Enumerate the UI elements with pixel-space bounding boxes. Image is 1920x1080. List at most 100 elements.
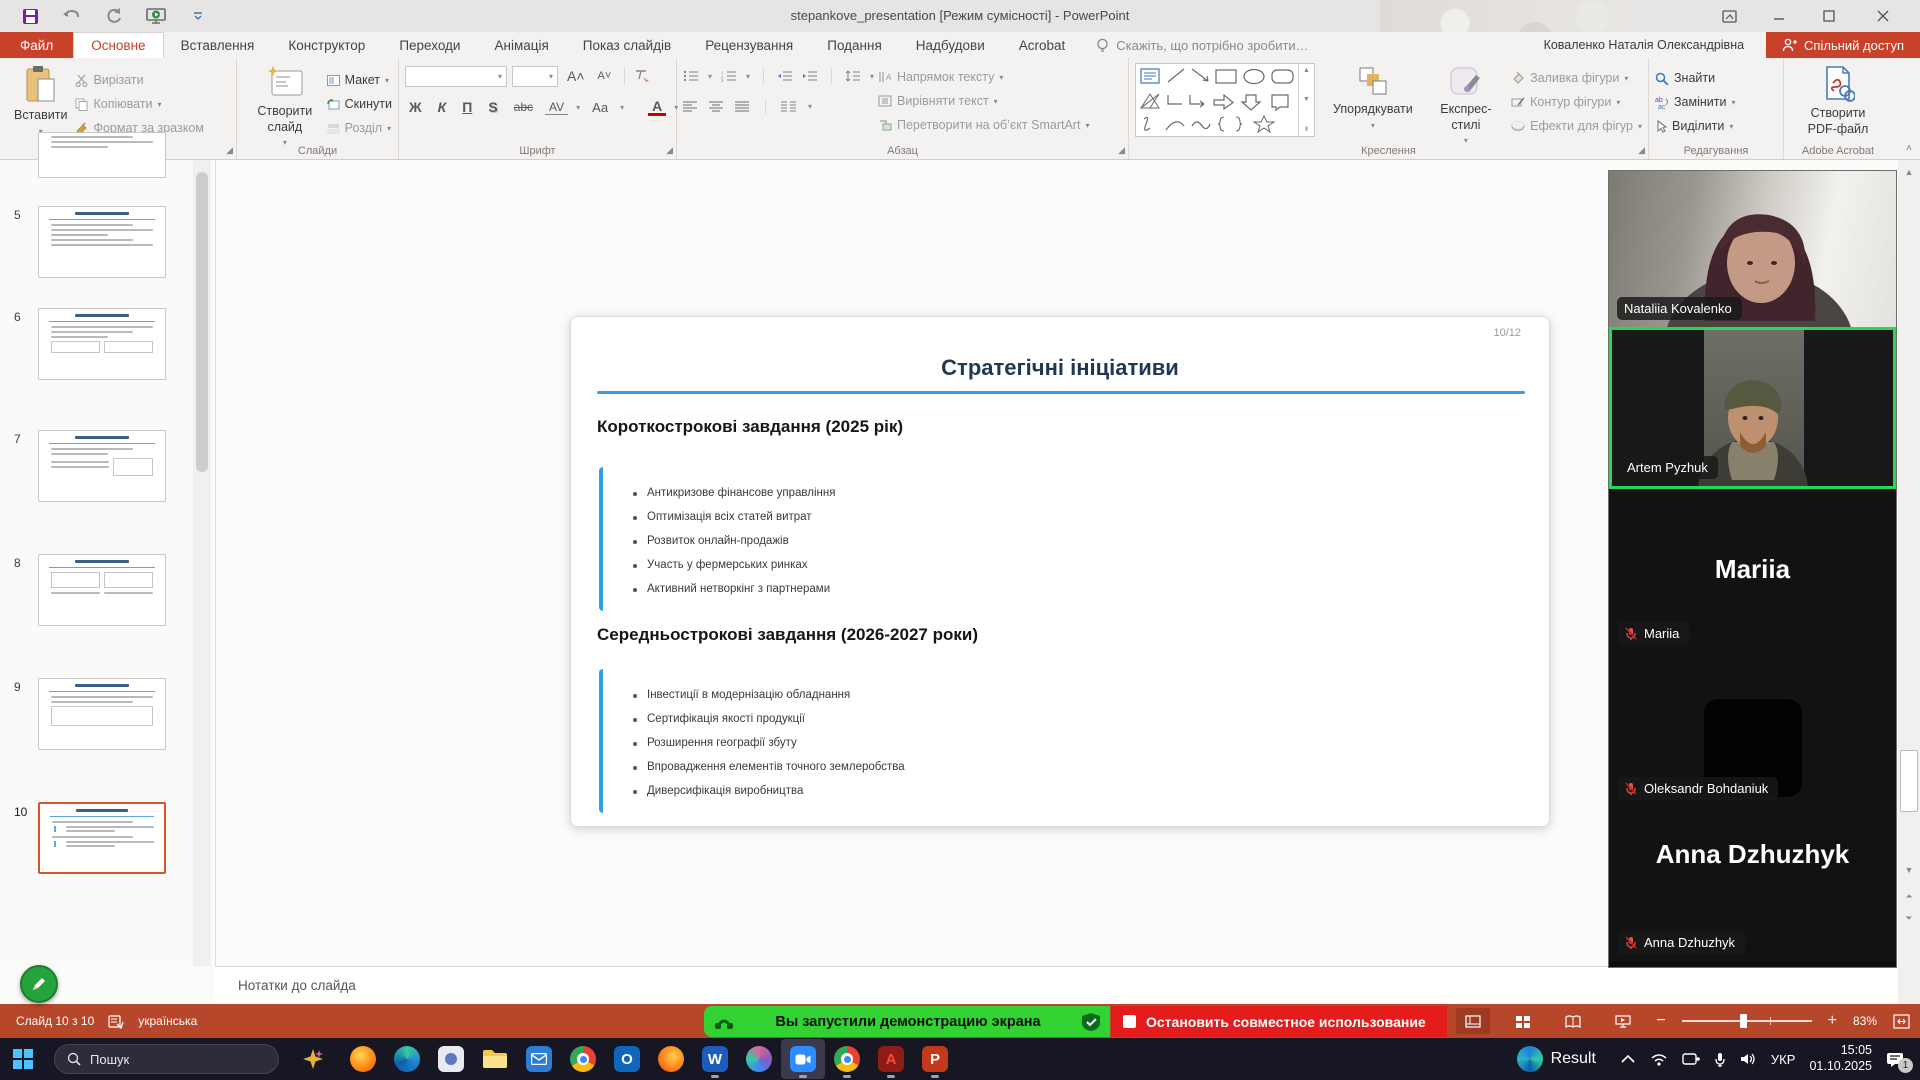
bullet-box-mid-term[interactable]: Інвестиції в модернізацію обладнання Сер…: [599, 669, 1159, 813]
slide-thumbnail-10-selected[interactable]: [38, 802, 166, 874]
tab-animations[interactable]: Анімація: [477, 32, 565, 58]
close-button[interactable]: [1860, 0, 1906, 32]
thumbnail-scrollbar-thumb[interactable]: [196, 172, 208, 472]
tab-acrobat[interactable]: Acrobat: [1002, 32, 1083, 58]
notification-icon[interactable]: 1: [1886, 1051, 1906, 1068]
tray-result-app[interactable]: Result: [1517, 1046, 1596, 1072]
tab-insert[interactable]: Вставлення: [164, 32, 272, 58]
tab-review[interactable]: Рецензування: [688, 32, 810, 58]
create-pdf-button[interactable]: Створити PDF-файл: [1790, 63, 1886, 139]
zoom-slider-thumb[interactable]: [1740, 1014, 1747, 1028]
taskbar-app-outlook[interactable]: O: [605, 1039, 649, 1079]
taskbar-app-file-explorer[interactable]: [473, 1039, 517, 1079]
decrease-indent-button[interactable]: [777, 70, 793, 82]
bullets-button[interactable]: [683, 70, 699, 82]
maximize-button[interactable]: [1806, 0, 1852, 32]
collapse-ribbon-button[interactable]: ˄: [1898, 138, 1920, 158]
language-switcher[interactable]: УКР: [1771, 1052, 1796, 1067]
taskbar-app-chrome-2[interactable]: [825, 1039, 869, 1079]
zoom-slider[interactable]: [1682, 1020, 1812, 1022]
slide-title[interactable]: Стратегічні ініціативи: [571, 355, 1549, 381]
underline-button[interactable]: П: [458, 99, 476, 115]
tab-home[interactable]: Основне: [73, 32, 163, 58]
align-center-button[interactable]: [709, 101, 724, 112]
zoom-out-button[interactable]: −: [1656, 1012, 1665, 1030]
shrink-font-icon[interactable]: A˅: [594, 70, 616, 82]
notes-pane[interactable]: Нотатки до слайда: [215, 966, 1920, 1004]
taskbar-app-edge[interactable]: [385, 1039, 429, 1079]
layout-button[interactable]: Макет▾: [327, 69, 392, 91]
shape-outline-button[interactable]: Контур фігури▾: [1511, 91, 1642, 113]
clock[interactable]: 15:05 01.10.2025: [1809, 1043, 1872, 1074]
slide-sorter-view-button[interactable]: [1506, 1008, 1540, 1034]
font-name-combo[interactable]: ▾: [405, 66, 507, 87]
taskbar-app-chrome[interactable]: [561, 1039, 605, 1079]
taskbar-app-mail[interactable]: [517, 1039, 561, 1079]
tab-transitions[interactable]: Переходи: [382, 32, 477, 58]
microphone-icon[interactable]: [1714, 1052, 1726, 1067]
clipboard-dialog-launcher[interactable]: ◢: [226, 145, 233, 156]
drawing-dialog-launcher[interactable]: ◢: [1638, 145, 1645, 156]
share-button[interactable]: Спільний доступ: [1766, 32, 1920, 58]
slide-thumbnail-6[interactable]: [38, 308, 166, 380]
strikethrough-button[interactable]: abc: [510, 100, 537, 114]
section-heading-mid-term[interactable]: Середньострокові завдання (2026-2027 рок…: [597, 625, 978, 645]
taskbar-app-powerpoint[interactable]: P: [913, 1039, 957, 1079]
italic-button[interactable]: К: [434, 99, 451, 115]
tab-view[interactable]: Подання: [810, 32, 899, 58]
columns-button[interactable]: [781, 101, 797, 112]
taskbar-app-zoom[interactable]: [781, 1039, 825, 1079]
align-left-button[interactable]: [683, 101, 698, 112]
numbering-button[interactable]: 123: [721, 70, 737, 82]
language-indicator[interactable]: українська: [138, 1014, 197, 1028]
taskbar-search[interactable]: Пошук: [54, 1044, 279, 1074]
scroll-up-button[interactable]: ▲: [1898, 162, 1920, 182]
security-shield-icon[interactable]: [1072, 1012, 1110, 1032]
spellcheck-icon[interactable]: [108, 1014, 124, 1029]
slide-thumbnail-8[interactable]: [38, 554, 166, 626]
previous-slide-button[interactable]: ⏶: [1898, 886, 1920, 906]
paragraph-dialog-launcher[interactable]: ◢: [1118, 145, 1125, 156]
zoom-percentage[interactable]: 83%: [1853, 1014, 1877, 1028]
slideshow-view-button[interactable]: [1606, 1008, 1640, 1034]
shapes-scroll-up[interactable]: ▲: [1303, 67, 1310, 74]
tab-file[interactable]: Файл: [0, 32, 73, 58]
tray-chevron-up-icon[interactable]: [1620, 1054, 1636, 1064]
font-color-button[interactable]: А: [648, 99, 666, 116]
video-tile-nataliia[interactable]: Nataliia Kovalenko: [1609, 171, 1896, 327]
change-case-button[interactable]: Aa: [588, 100, 612, 115]
annotation-pencil-button[interactable]: [20, 965, 58, 1003]
shapes-more[interactable]: ⇟: [1304, 125, 1310, 133]
clear-formatting-icon[interactable]: [634, 69, 650, 83]
user-name[interactable]: Коваленко Наталія Олександрівна: [1544, 38, 1766, 52]
slide-thumbnail-5[interactable]: [38, 206, 166, 278]
grow-font-icon[interactable]: A˄: [563, 68, 589, 84]
tab-slideshow[interactable]: Показ слайдів: [566, 32, 688, 58]
find-button[interactable]: Знайти: [1655, 67, 1777, 89]
screen-cast-icon[interactable]: [1682, 1052, 1700, 1066]
ribbon-display-options-icon[interactable]: [1706, 0, 1752, 32]
font-dialog-launcher[interactable]: ◢: [666, 145, 673, 156]
select-button[interactable]: Виділити▾: [1655, 115, 1777, 137]
font-size-combo[interactable]: ▾: [512, 66, 558, 87]
bullet-box-short-term[interactable]: Антикризове фінансове управління Оптиміз…: [599, 467, 1159, 611]
taskbar-app-browser[interactable]: [649, 1039, 693, 1079]
copy-button[interactable]: Копіювати▾: [75, 93, 203, 115]
reading-view-button[interactable]: [1556, 1008, 1590, 1034]
replace-button[interactable]: abac Замінити▾: [1655, 91, 1777, 113]
shapes-gallery[interactable]: ▲ ▼ ⇟: [1135, 63, 1315, 137]
stop-sharing-button[interactable]: Остановить совместное использование: [1111, 1006, 1447, 1037]
thumbnail-scrollbar[interactable]: [193, 160, 211, 966]
taskbar-app-word[interactable]: W: [693, 1039, 737, 1079]
text-shadow-button[interactable]: S: [484, 99, 501, 115]
start-button[interactable]: [0, 1048, 46, 1070]
increase-indent-button[interactable]: [802, 70, 818, 82]
tell-me-box[interactable]: Скажіть, що потрібно зробити…: [1082, 32, 1322, 58]
char-spacing-button[interactable]: AV: [545, 100, 568, 115]
editor-scrollbar-thumb[interactable]: [1900, 750, 1918, 812]
new-slide-button[interactable]: Створити слайд▾: [243, 63, 327, 150]
fit-slide-to-window-icon[interactable]: [1893, 1014, 1910, 1029]
arrange-button[interactable]: Упорядкувати▾: [1325, 63, 1421, 133]
tab-design[interactable]: Конструктор: [271, 32, 382, 58]
slide-thumbnail-partial[interactable]: [38, 132, 166, 178]
